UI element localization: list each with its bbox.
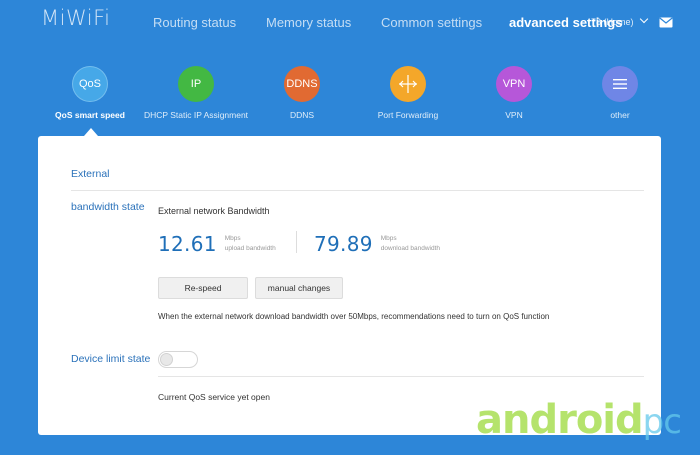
active-feature-pointer [84,128,98,136]
external-bandwidth-label: External network Bandwidth [158,206,270,216]
upload-bandwidth: 12.61 Mbps upload bandwidth [158,232,276,256]
androidpc-watermark: androidpc [476,397,682,443]
feature-port-forwarding[interactable]: Port Forwarding [353,66,463,120]
feature-label: VPN [505,110,523,120]
divider [71,190,644,191]
router-name[interactable]: 78 (Home) [591,17,634,27]
feature-ddns[interactable]: DDNS DDNS [247,66,357,120]
menu-icon [602,66,638,102]
feature-label: Port Forwarding [377,110,439,120]
manual-changes-button[interactable]: manual changes [255,277,343,299]
ddns-icon: DDNS [284,66,320,102]
download-bandwidth: 79.89 Mbps download bandwidth [314,232,440,256]
qos-recommendation-hint: When the external network download bandw… [158,312,550,321]
section-title-external: External [71,168,110,180]
upload-unit: Mbps [224,235,241,242]
device-limit-toggle[interactable] [158,351,198,368]
nav-common-settings[interactable]: Common settings [381,15,482,30]
port-forwarding-icon [390,66,426,102]
vpn-icon: VPN [496,66,532,102]
feature-label: QoS smart speed [55,110,125,120]
nav-memory-status[interactable]: Memory status [266,15,351,30]
speed-separator [296,231,297,253]
chevron-down-icon[interactable] [639,14,649,24]
feature-qos-smart-speed[interactable]: QoS QoS smart speed [35,66,145,120]
download-desc: download bandwidth [380,245,441,252]
divider [158,376,644,377]
feature-label: DDNS [289,110,315,120]
feature-other[interactable]: other [565,66,675,120]
feature-dhcp-static-ip[interactable]: IP DHCP Static IP Assignment [141,66,251,120]
feature-label: other [610,110,630,120]
mail-icon[interactable] [659,17,673,28]
qos-icon: QoS [72,66,108,102]
upload-desc: upload bandwidth [224,245,276,252]
feature-label: DHCP Static IP Assignment [143,110,249,120]
nav-routing-status[interactable]: Routing status [153,15,236,30]
download-unit: Mbps [380,235,397,242]
section-title-device-limit: Device limit state [71,353,151,365]
qos-panel: External bandwidth state External networ… [38,136,661,435]
feature-vpn[interactable]: VPN VPN [459,66,569,120]
upload-value: 12.61 [158,232,217,256]
toggle-knob [160,353,173,366]
download-value: 79.89 [314,232,373,256]
respeed-button[interactable]: Re-speed [158,277,248,299]
section-title-bandwidth: bandwidth state [71,201,145,213]
ip-icon: IP [178,66,214,102]
miwifi-logo: MiWiFi [41,6,111,30]
top-nav-bar: MiWiFi Routing status Memory status Comm… [0,0,700,44]
qos-status-text: Current QoS service yet open [158,392,270,402]
